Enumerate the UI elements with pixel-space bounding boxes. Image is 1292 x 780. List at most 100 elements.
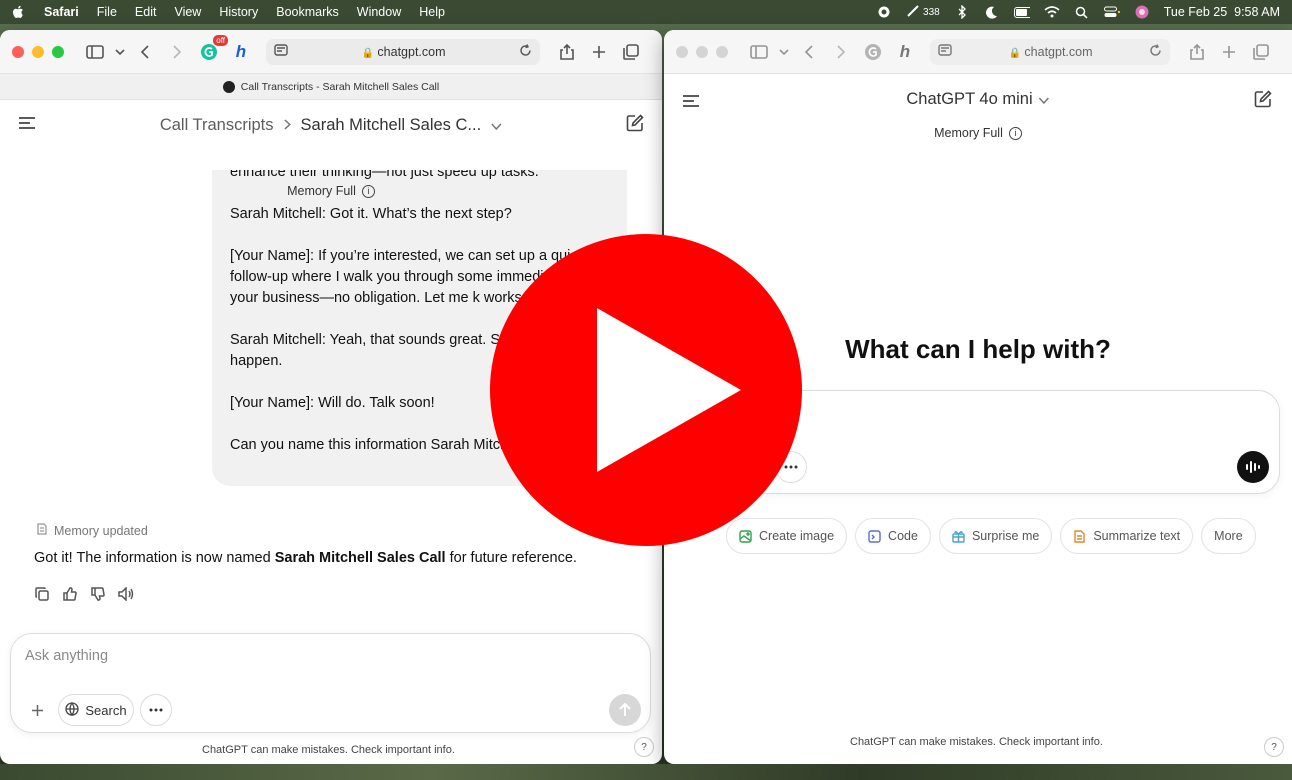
pen-count: 338 — [923, 6, 940, 18]
search-button[interactable]: Search — [58, 694, 134, 726]
sidebar-toggle-icon[interactable] — [746, 39, 772, 65]
chatgpt-favicon-icon — [222, 80, 235, 93]
record-icon[interactable] — [876, 5, 892, 19]
right-composer[interactable]: h — [715, 390, 1280, 494]
control-center-icon[interactable] — [1103, 5, 1120, 19]
thumbs-down-icon[interactable] — [90, 586, 106, 602]
answer-bold-name: Sarah Mitchell Sales Call — [274, 550, 446, 566]
left-address-bar[interactable]: 🔒 chatgpt.com — [266, 38, 540, 65]
menu-window[interactable]: Window — [357, 5, 401, 19]
minimize-window-button[interactable] — [696, 45, 708, 58]
share-icon[interactable] — [1184, 39, 1210, 65]
breadcrumb: Call Transcripts Sarah Mitchell Sales C.… — [160, 116, 502, 135]
thumbs-up-icon[interactable] — [62, 586, 78, 602]
moon-icon[interactable] — [984, 5, 1000, 19]
play-icon — [597, 308, 741, 472]
new-tab-icon[interactable] — [586, 39, 612, 65]
reload-icon[interactable] — [519, 43, 532, 60]
voice-mode-button[interactable] — [1237, 451, 1269, 483]
bluetooth-icon[interactable] — [954, 5, 970, 19]
memory-updated-label: Memory updated — [54, 523, 148, 538]
composer-placeholder[interactable]: Ask anything — [25, 648, 108, 664]
left-tab[interactable]: Call Transcripts - Sarah Mitchell Sales … — [0, 74, 662, 100]
h-extension-icon[interactable]: h — [892, 39, 918, 65]
chip-label: Surprise me — [971, 529, 1040, 543]
zoom-window-button[interactable] — [716, 45, 728, 58]
menu-file[interactable]: File — [97, 5, 117, 19]
page-menu-icon[interactable] — [274, 44, 288, 59]
model-selector[interactable]: ChatGPT 4o mini — [906, 90, 1050, 109]
page-menu-icon[interactable] — [938, 44, 952, 59]
right-toolbar: h 🔒 chatgpt.com — [664, 30, 1292, 74]
more-options-button[interactable] — [140, 694, 172, 726]
lock-icon: 🔒 — [361, 47, 374, 59]
chevron-right-icon — [284, 116, 291, 135]
new-chat-icon[interactable] — [1254, 90, 1272, 113]
menu-view[interactable]: View — [174, 5, 201, 19]
h-extension-icon[interactable]: h — [228, 39, 254, 65]
window-controls — [12, 45, 64, 58]
back-icon[interactable] — [132, 39, 158, 65]
left-toolbar: off h 🔒 chatgpt.com — [0, 30, 662, 74]
disclaimer-text: ChatGPT can make mistakes. Check importa… — [202, 744, 455, 756]
chip-label: More — [1214, 529, 1243, 543]
grammarly-extension-icon[interactable] — [860, 39, 886, 65]
right-url[interactable]: 🔒 chatgpt.com — [952, 45, 1149, 59]
menu-app-name[interactable]: Safari — [44, 5, 79, 19]
sidebar-toggle-icon[interactable] — [82, 39, 108, 65]
grammarly-extension-icon[interactable]: off — [196, 34, 228, 65]
chip-surprise-me[interactable]: Surprise me — [938, 518, 1053, 554]
memory-updated-indicator[interactable]: Memory updated — [36, 523, 148, 538]
left-url[interactable]: 🔒 chatgpt.com — [288, 45, 519, 59]
answer-text: Got it! The information is now named — [34, 550, 275, 566]
sidebar-menu-icon[interactable] — [18, 116, 36, 134]
send-button[interactable] — [609, 694, 641, 726]
tab-overview-icon[interactable] — [618, 39, 644, 65]
video-play-button[interactable] — [490, 234, 802, 546]
forward-icon[interactable] — [828, 39, 854, 65]
chevron-down-icon[interactable] — [778, 39, 790, 65]
minimize-window-button[interactable] — [32, 45, 44, 58]
right-address-bar[interactable]: 🔒 chatgpt.com — [930, 38, 1170, 65]
battery-icon[interactable] — [1013, 5, 1030, 19]
search-button-label: Search — [85, 702, 127, 718]
siri-icon[interactable] — [1134, 5, 1150, 19]
menu-history[interactable]: History — [219, 5, 258, 19]
breadcrumb-chat-title[interactable]: Sarah Mitchell Sales C... — [301, 116, 482, 135]
menu-edit[interactable]: Edit — [135, 5, 157, 19]
chip-more[interactable]: More — [1201, 518, 1256, 554]
copy-icon[interactable] — [34, 586, 50, 602]
help-button[interactable]: ? — [634, 737, 654, 757]
back-icon[interactable] — [796, 39, 822, 65]
attach-button[interactable] — [21, 694, 53, 726]
reload-icon[interactable] — [1149, 43, 1162, 60]
menu-help[interactable]: Help — [419, 5, 445, 19]
menubar-clock[interactable]: Tue Feb 25 9:58 AM — [1164, 5, 1280, 19]
breadcrumb-project[interactable]: Call Transcripts — [160, 116, 274, 135]
help-button[interactable]: ? — [1264, 737, 1284, 757]
new-tab-icon[interactable] — [1216, 39, 1242, 65]
read-aloud-icon[interactable] — [118, 586, 134, 602]
chip-summarize-text[interactable]: Summarize text — [1060, 518, 1194, 554]
wifi-icon[interactable] — [1044, 5, 1060, 19]
left-tab-title: Call Transcripts - Sarah Mitchell Sales … — [240, 80, 440, 93]
forward-icon[interactable] — [164, 39, 190, 65]
share-icon[interactable] — [554, 39, 580, 65]
left-chat-header: Call Transcripts Sarah Mitchell Sales C.… — [0, 100, 662, 150]
tab-overview-icon[interactable] — [1248, 39, 1274, 65]
left-composer[interactable]: Ask anything Search — [10, 633, 651, 733]
close-window-button[interactable] — [676, 45, 688, 58]
chip-code[interactable]: Code — [855, 518, 931, 554]
new-chat-icon[interactable] — [626, 113, 644, 137]
pen-status[interactable]: 338 — [906, 4, 940, 21]
info-icon[interactable]: i — [1008, 126, 1022, 140]
chevron-down-icon[interactable] — [114, 39, 126, 65]
apple-icon[interactable] — [12, 5, 26, 19]
spotlight-icon[interactable] — [1074, 5, 1090, 19]
chevron-down-icon[interactable] — [491, 116, 502, 135]
close-window-button[interactable] — [12, 45, 24, 58]
zoom-window-button[interactable] — [52, 45, 64, 58]
sidebar-menu-icon[interactable] — [682, 94, 700, 112]
menu-bookmarks[interactable]: Bookmarks — [276, 5, 339, 19]
info-icon[interactable]: i — [361, 184, 375, 198]
